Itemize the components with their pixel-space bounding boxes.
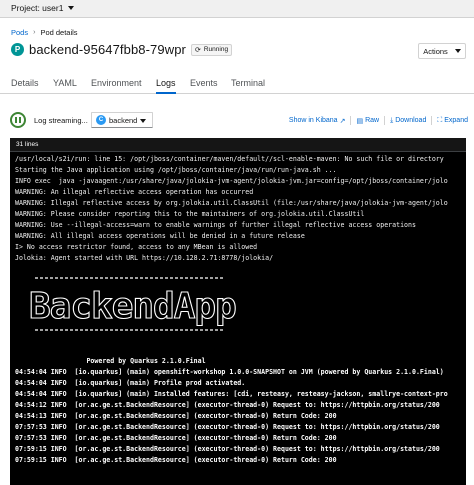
raw-label: Raw — [365, 117, 380, 124]
log-line: 07:59:15 INFO [or.ac.ge.st.BackendResour… — [15, 456, 337, 464]
tab-events[interactable]: Events — [190, 78, 218, 94]
status-text: Running — [203, 46, 229, 53]
tab-yaml[interactable]: YAML — [53, 78, 77, 94]
container-select[interactable]: C backend — [91, 112, 153, 128]
log-line: 07:57:53 INFO [or.ac.ge.st.BackendResour… — [15, 434, 337, 442]
log-line: 04:54:04 INFO [io.quarkus] (main) Instal… — [15, 390, 448, 398]
log-lines-top: /usr/local/s2i/run: line 15: /opt/jboss/… — [15, 154, 466, 264]
tab-logs[interactable]: Logs — [156, 78, 176, 94]
tab-terminal[interactable]: Terminal — [231, 78, 265, 94]
log-actions: Show in Kibana ↗ ▤ Raw ⤓ Download ⛶ Expa… — [289, 116, 468, 125]
caret-down-icon — [140, 119, 146, 123]
log-line: Starting the Java application using /opt… — [15, 166, 337, 174]
breadcrumb: Pods › Pod details — [11, 28, 78, 37]
pause-streaming-button[interactable] — [10, 112, 26, 128]
banner-text: BackendApp — [29, 286, 236, 327]
external-link-icon: ↗ — [339, 117, 346, 125]
ascii-banner-art: BackendApp — [28, 277, 238, 331]
page-title-row: P backend-95647fbb8-79wpr ⟳ Running — [11, 42, 233, 57]
log-line: 07:57:53 INFO [or.ac.ge.st.BackendResour… — [15, 423, 440, 431]
actions-button[interactable]: Actions — [418, 43, 466, 59]
divider — [350, 116, 352, 125]
log-lines-bottom: Powered by Quarkus 2.1.0.Final 04:54:04 … — [15, 356, 466, 466]
download-label: Download — [395, 117, 427, 124]
document-icon: ▤ — [356, 117, 364, 125]
streaming-status: Log streaming... — [34, 116, 88, 125]
container-value: backend — [109, 115, 138, 125]
log-line: Powered by Quarkus 2.1.0.Final — [15, 357, 206, 365]
project-selector[interactable]: Project: user1 — [11, 3, 75, 13]
pause-icon — [15, 117, 21, 123]
project-bar: Project: user1 — [0, 0, 474, 18]
raw-link[interactable]: ▤ Raw — [356, 117, 379, 125]
log-line: WARNING: All illegal access operations w… — [15, 232, 305, 240]
page-title: backend-95647fbb8-79wpr — [29, 42, 186, 57]
container-badge: C — [96, 115, 106, 125]
log-line: Jolokia: Agent started with URL https://… — [15, 254, 274, 262]
log-line: INFO exec java -javaagent:/usr/share/jav… — [15, 177, 448, 185]
actions-label: Actions — [423, 46, 448, 56]
show-in-kibana-link[interactable]: Show in Kibana ↗ — [289, 117, 346, 125]
log-line: 07:59:15 INFO [or.ac.ge.st.BackendResour… — [15, 445, 440, 453]
tab-bar: Details YAML Environment Logs Events Ter… — [0, 72, 474, 94]
breadcrumb-separator: › — [33, 29, 36, 36]
divider — [431, 116, 433, 125]
tab-environment[interactable]: Environment — [91, 78, 142, 94]
log-line: 04:54:13 INFO [or.ac.ge.st.BackendResour… — [15, 412, 337, 420]
expand-icon: ⛶ — [437, 116, 443, 124]
divider — [384, 116, 386, 125]
log-header: 31 lines — [10, 138, 466, 152]
log-line: WARNING: Use --illegal-access=warn to en… — [15, 221, 416, 229]
caret-down-icon — [454, 49, 461, 53]
download-link[interactable]: ⤓ Download — [390, 117, 426, 125]
log-window[interactable]: /usr/local/s2i/run: line 15: /opt/jboss/… — [10, 152, 466, 485]
log-line: /usr/local/s2i/run: line 15: /opt/jboss/… — [15, 155, 444, 163]
log-toolbar: Log streaming... C backend Show in Kiban… — [0, 108, 474, 132]
ascii-banner: BackendApp — [15, 268, 275, 343]
breadcrumb-current: Pod details — [40, 28, 78, 37]
caret-down-icon — [68, 6, 75, 10]
log-line: WARNING: An illegal reflective access op… — [15, 188, 254, 196]
pod-resource-badge: P — [11, 43, 24, 56]
line-count: 31 lines — [16, 141, 39, 148]
log-line: I> No access restrictor found, access to… — [15, 243, 258, 251]
streaming-label: Log streaming... — [34, 116, 88, 125]
log-line: 04:54:04 INFO [io.quarkus] (main) Profil… — [15, 379, 246, 387]
log-line: WARNING: Please consider reporting this … — [15, 210, 365, 218]
status-badge: ⟳ Running — [190, 43, 233, 56]
sync-icon: ⟳ — [194, 46, 201, 54]
log-line: 04:54:12 INFO [or.ac.ge.st.BackendResour… — [15, 401, 440, 409]
kibana-label: Show in Kibana — [288, 117, 338, 124]
download-icon: ⤓ — [390, 116, 394, 124]
tab-details[interactable]: Details — [11, 78, 39, 94]
log-line: 04:54:04 INFO [io.quarkus] (main) opensh… — [15, 368, 444, 376]
breadcrumb-pods-link[interactable]: Pods — [11, 28, 28, 37]
expand-label: Expand — [444, 117, 468, 124]
expand-link[interactable]: ⛶ Expand — [437, 117, 468, 125]
log-line: WARNING: Illegal reflective access by or… — [15, 199, 448, 207]
project-label: Project: user1 — [11, 3, 64, 13]
